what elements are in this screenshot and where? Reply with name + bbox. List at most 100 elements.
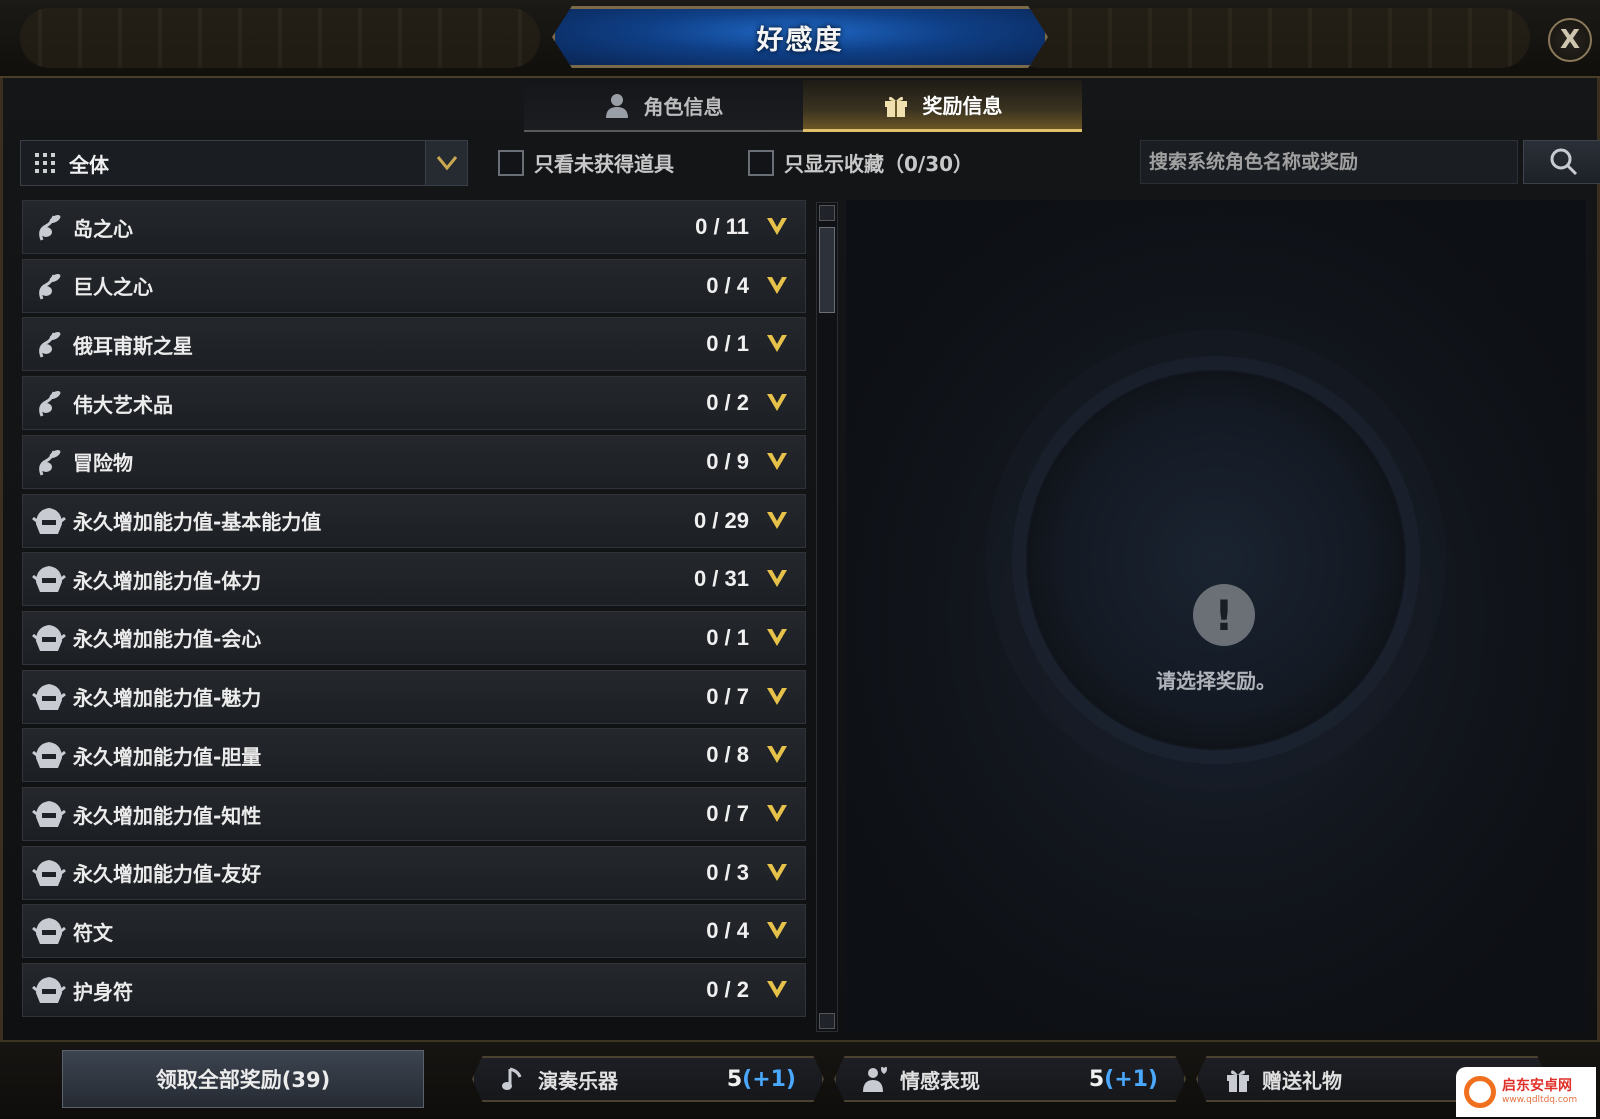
expand-chevron-icon[interactable] bbox=[765, 802, 789, 826]
expand-chevron-icon[interactable] bbox=[765, 978, 789, 1002]
reward-count: 0 / 7 bbox=[706, 801, 749, 826]
expand-chevron-icon[interactable] bbox=[765, 450, 789, 474]
seed-icon bbox=[29, 266, 69, 306]
expand-chevron-icon[interactable] bbox=[765, 919, 789, 943]
reward-row[interactable]: 伟大艺术品 0 / 2 bbox=[22, 376, 806, 431]
reward-count: 0 / 31 bbox=[693, 566, 749, 592]
helmet-icon bbox=[29, 794, 69, 834]
expand-chevron-icon[interactable] bbox=[765, 626, 789, 650]
reward-name: 永久增加能力值-胆量 bbox=[73, 744, 262, 769]
reward-row[interactable]: 永久增加能力值-会心 0 / 1 bbox=[22, 610, 806, 665]
watermark-url: www.qdltdq.com bbox=[1502, 1094, 1578, 1105]
reward-count: 0 / 4 bbox=[706, 272, 749, 298]
search-input[interactable] bbox=[1140, 140, 1518, 184]
expand-chevron-icon[interactable] bbox=[765, 567, 789, 591]
expand-chevron-icon[interactable] bbox=[765, 685, 789, 709]
reward-row[interactable]: 护身符 0 / 2 bbox=[22, 963, 806, 1018]
list-scrollbar[interactable] bbox=[816, 202, 838, 1032]
seed-icon bbox=[29, 324, 69, 364]
reward-count: 0 / 2 bbox=[706, 390, 749, 416]
scroll-thumb[interactable] bbox=[819, 227, 835, 313]
stat-emote-label: 情感表现 bbox=[900, 1068, 980, 1093]
chevron-down-icon[interactable] bbox=[425, 141, 467, 185]
reward-name: 永久增加能力值-魅力 bbox=[73, 686, 262, 711]
stat-instrument-label: 演奏乐器 bbox=[538, 1068, 618, 1093]
reward-row[interactable]: 永久增加能力值-胆量 0 / 8 bbox=[22, 728, 806, 783]
scroll-down-icon[interactable] bbox=[819, 1013, 835, 1029]
helmet-icon bbox=[29, 853, 69, 893]
category-dropdown-value: 全体 bbox=[69, 152, 109, 177]
stat-instrument-value: 5(+1) bbox=[726, 1066, 796, 1092]
claim-all-button[interactable]: 领取全部奖励(39) bbox=[62, 1050, 424, 1108]
reward-row[interactable]: 冒险物 0 / 9 bbox=[22, 434, 806, 489]
seed-icon bbox=[29, 442, 69, 482]
seed-icon bbox=[29, 207, 69, 247]
unobtained-only-checkbox[interactable]: 只看未获得道具 bbox=[498, 148, 674, 177]
checkbox-box[interactable] bbox=[748, 149, 774, 176]
reward-row[interactable]: 岛之心 0 / 11 bbox=[22, 200, 806, 254]
expand-chevron-icon[interactable] bbox=[765, 215, 789, 239]
search-icon bbox=[1550, 148, 1578, 176]
expand-chevron-icon[interactable] bbox=[765, 391, 789, 415]
select-reward-hint: 请选择奖励。 bbox=[1156, 669, 1276, 693]
reward-list: 岛之心 0 / 11 巨人之心 0 / 4 俄耳甫斯之星 0 / 1 伟大艺术品 0 / 2 冒… bbox=[22, 200, 806, 1030]
filter-bar: 全体 只看未获得道具 只显示收藏（0/30） bbox=[20, 140, 1600, 190]
helmet-icon bbox=[29, 735, 69, 775]
reward-row[interactable]: 永久增加能力值-基本能力值 0 / 29 bbox=[22, 493, 806, 548]
reward-row[interactable]: 永久增加能力值-体力 0 / 31 bbox=[22, 552, 806, 607]
helmet-icon bbox=[29, 618, 69, 658]
window-title: 好感度 bbox=[756, 24, 844, 56]
gift-icon bbox=[1227, 1070, 1249, 1092]
reward-name: 伟大艺术品 bbox=[73, 392, 173, 417]
checkbox-box[interactable] bbox=[498, 149, 524, 176]
reward-row[interactable]: 巨人之心 0 / 4 bbox=[22, 258, 806, 313]
reward-name: 护身符 bbox=[73, 979, 133, 1004]
search-button[interactable] bbox=[1523, 140, 1600, 184]
reward-count: 0 / 1 bbox=[706, 624, 749, 650]
favorites-only-label: 只显示收藏（0/30） bbox=[784, 152, 974, 176]
favorites-only-checkbox[interactable]: 只显示收藏（0/30） bbox=[748, 148, 973, 177]
reward-count: 0 / 3 bbox=[706, 859, 749, 885]
tab-reward-info-label: 奖励信息 bbox=[922, 94, 1003, 118]
reward-row[interactable]: 永久增加能力值-魅力 0 / 7 bbox=[22, 669, 806, 724]
helmet-icon bbox=[29, 559, 69, 599]
expand-chevron-icon[interactable] bbox=[765, 861, 789, 885]
tab-character-info[interactable]: 角色信息 bbox=[524, 80, 803, 132]
reward-name: 永久增加能力值-友好 bbox=[73, 862, 262, 887]
unobtained-only-label: 只看未获得道具 bbox=[534, 152, 674, 176]
watermark-logo-icon bbox=[1464, 1076, 1496, 1108]
reward-row[interactable]: 符文 0 / 4 bbox=[22, 904, 806, 959]
left-ornament bbox=[20, 8, 540, 68]
reward-name: 永久增加能力值-知性 bbox=[73, 803, 262, 828]
reward-row[interactable]: 俄耳甫斯之星 0 / 1 bbox=[22, 317, 806, 372]
reward-name: 俄耳甫斯之星 bbox=[73, 333, 193, 358]
reward-name: 符文 bbox=[73, 920, 113, 945]
tab-character-info-label: 角色信息 bbox=[643, 94, 724, 119]
reward-count: 0 / 8 bbox=[706, 742, 749, 768]
scroll-up-icon[interactable] bbox=[819, 205, 835, 221]
helmet-icon bbox=[29, 911, 69, 951]
reward-row[interactable]: 永久增加能力值-知性 0 / 7 bbox=[22, 787, 806, 841]
stat-emote: 情感表现 5(+1) bbox=[834, 1056, 1186, 1102]
expand-chevron-icon[interactable] bbox=[765, 743, 789, 767]
person-icon bbox=[605, 94, 628, 118]
reward-count: 0 / 7 bbox=[706, 683, 749, 709]
reward-name: 巨人之心 bbox=[73, 275, 153, 300]
reward-name: 永久增加能力值-基本能力值 bbox=[73, 510, 322, 534]
expand-chevron-icon[interactable] bbox=[765, 274, 789, 298]
close-button[interactable]: X bbox=[1548, 18, 1592, 62]
expand-chevron-icon[interactable] bbox=[765, 332, 789, 356]
grid-icon bbox=[35, 153, 55, 173]
close-icon: X bbox=[1559, 25, 1581, 55]
reward-name: 永久增加能力值-体力 bbox=[73, 568, 262, 593]
tab-reward-info[interactable]: 奖励信息 bbox=[803, 80, 1082, 132]
title-plate: 好感度 bbox=[552, 6, 1048, 68]
stat-emote-value: 5(+1) bbox=[1088, 1066, 1158, 1092]
watermark-title: 启东安卓网 bbox=[1502, 1078, 1572, 1095]
reward-count: 0 / 9 bbox=[706, 448, 749, 474]
reward-row[interactable]: 永久增加能力值-友好 0 / 3 bbox=[22, 845, 806, 900]
category-dropdown[interactable]: 全体 bbox=[20, 140, 468, 186]
expand-chevron-icon[interactable] bbox=[765, 509, 789, 533]
seed-icon bbox=[29, 383, 69, 423]
right-ornament bbox=[1010, 8, 1530, 68]
